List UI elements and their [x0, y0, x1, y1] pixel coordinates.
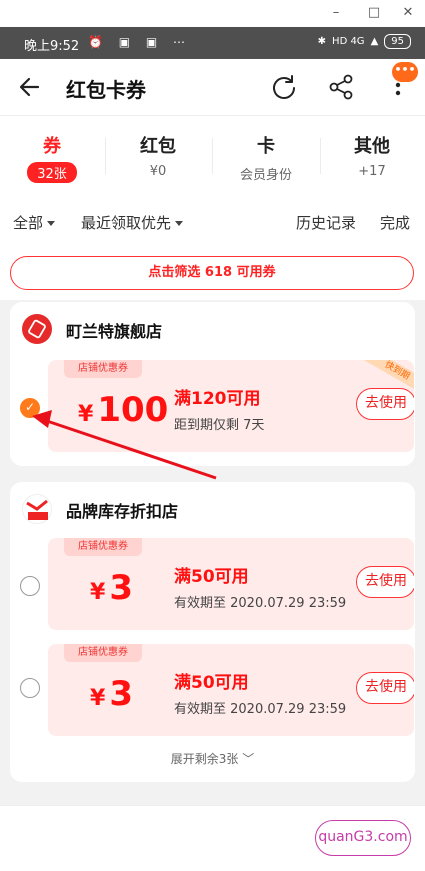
coupon-card[interactable]: 店铺优惠券 ¥3 满50可用 有效期至 2020.07.29 23:59 去使用 [48, 644, 414, 736]
coupon-amount: ¥3 [90, 568, 133, 608]
coupon-expiry: 有效期至 2020.07.29 23:59 [174, 702, 347, 717]
use-coupon-button[interactable]: 去使用 [356, 672, 414, 704]
shop-logo[interactable] [22, 494, 52, 524]
coupon-checkbox[interactable] [20, 576, 40, 596]
coupon-type-tag: 店铺优惠券 [64, 644, 142, 662]
watermark-text: quanG3.com [318, 829, 408, 845]
bottom-action-bar: quanG3.com [0, 805, 425, 871]
brand-logo-icon [26, 499, 48, 520]
coupon-card[interactable]: 店铺优惠券 ¥3 满50可用 有效期至 2020.07.29 23:59 去使用 [48, 538, 414, 630]
currency-symbol: ¥ [90, 580, 106, 605]
coupon-amount: ¥3 [90, 674, 133, 714]
coupon-condition: 满50可用 [174, 567, 249, 587]
chevron-down-icon: ﹀ [242, 752, 255, 766]
amount-value: 3 [109, 674, 133, 714]
coupon-type-tag: 店铺优惠券 [64, 538, 142, 556]
expand-more-link[interactable]: 展开剩余3张 ﹀ [10, 750, 415, 767]
amount-value: 3 [109, 568, 133, 608]
coupon-expiry: 有效期至 2020.07.29 23:59 [174, 596, 347, 611]
delete-button[interactable]: quanG3.com [315, 820, 411, 856]
expand-label: 展开剩余3张 [170, 752, 239, 766]
shop-card: 品牌库存折扣店 店铺优惠券 ¥3 满50可用 有效期至 2020.07.29 2… [10, 482, 415, 782]
use-coupon-button[interactable]: 去使用 [356, 566, 414, 598]
coupon-checkbox[interactable] [20, 678, 40, 698]
shop-name[interactable]: 品牌库存折扣店 [66, 498, 178, 522]
currency-symbol: ¥ [90, 686, 106, 711]
coupon-condition: 满50可用 [174, 673, 249, 693]
